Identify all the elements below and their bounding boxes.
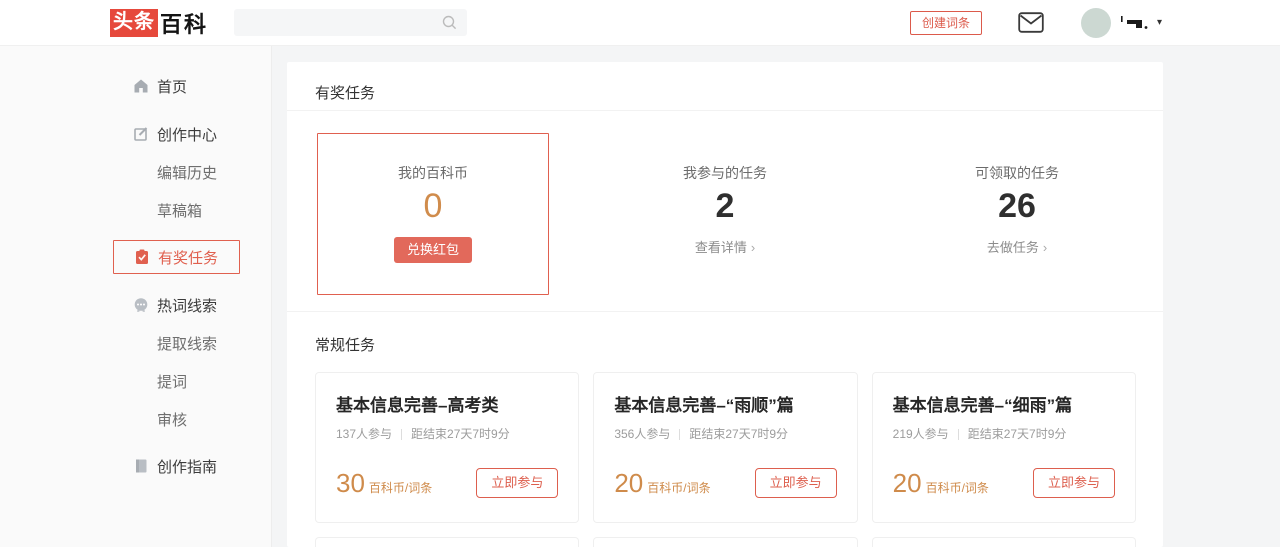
join-now-button[interactable]: 立即参与 — [1032, 468, 1115, 498]
main-panel: 有奖任务 我的百科币 0 兑换红包 我参与的任务 2 查看详情 › 可领取的任务 … — [287, 62, 1163, 547]
reward-amount: 30 百科币/词条 — [336, 469, 432, 497]
clipboard-check-icon — [134, 249, 150, 265]
guide-book-icon — [133, 458, 149, 474]
stat-joined-tasks: 我参与的任务 2 查看详情 › — [579, 111, 871, 311]
task-cards-row: 基本信息完善–高考类 137人参与 距结束27天7时9分 30 百科币/词条 立… — [315, 372, 1136, 523]
reward-amount: 20 百科币/词条 — [614, 469, 710, 497]
sidebar-item-home[interactable]: 首页 — [113, 69, 271, 103]
sidebar-item-label: 编辑历史 — [157, 164, 218, 182]
sidebar-item-label: 首页 — [157, 78, 188, 96]
task-card — [315, 537, 580, 547]
site-logo[interactable]: 头条 百科 — [110, 7, 208, 39]
logo-text: 百科 — [160, 11, 209, 37]
view-details-link[interactable]: 查看详情 › — [695, 239, 755, 257]
search-icon[interactable] — [442, 15, 457, 35]
sidebar-item-creation-center[interactable]: 创作中心 — [113, 117, 271, 151]
sidebar-item-label: 提取线索 — [157, 335, 218, 353]
go-do-tasks-link[interactable]: 去做任务 › — [987, 239, 1047, 257]
coin-count: 0 — [423, 187, 443, 225]
sidebar-item-drafts[interactable]: 草稿箱 — [113, 193, 271, 227]
sidebar-item-label: 提词 — [157, 373, 188, 391]
task-card-meta: 356人参与 距结束27天7时9分 — [614, 426, 836, 442]
messages-icon[interactable] — [1018, 12, 1044, 33]
sidebar-item-label: 有奖任务 — [158, 249, 219, 267]
reward-amount: 20 百科币/词条 — [893, 469, 989, 497]
join-now-button[interactable]: 立即参与 — [754, 468, 837, 498]
participants-count: 356人参与 — [614, 427, 671, 441]
reward-unit: 百科币/词条 — [647, 481, 711, 495]
sidebar-item-hot-words[interactable]: 热词线索 — [113, 288, 271, 322]
chevron-right-icon: › — [750, 240, 756, 255]
stat-available-tasks: 可领取的任务 26 去做任务 › — [871, 111, 1163, 311]
reward-value: 20 — [892, 468, 922, 498]
stat-my-coins: 我的百科币 0 兑换红包 — [287, 111, 579, 311]
participants-count: 219人参与 — [892, 427, 949, 441]
rewards-section-title: 有奖任务 — [287, 62, 1163, 111]
available-task-count: 26 — [998, 187, 1036, 225]
reward-unit: 百科币/词条 — [368, 481, 433, 495]
task-card: 基本信息完善–“雨顺”篇 356人参与 距结束27天7时9分 20 百科币/词条… — [593, 372, 858, 523]
sidebar-item-label: 草稿箱 — [157, 202, 203, 220]
sidebar-item-extract-clues[interactable]: 提取线索 — [113, 326, 271, 360]
meta-divider — [401, 428, 403, 440]
reward-value: 30 — [336, 468, 365, 498]
edit-doc-icon — [133, 126, 149, 142]
logo-red-block: 头条 — [110, 8, 158, 37]
top-header: 头条 百科 创建词条 ▾ — [0, 0, 1280, 46]
sidebar-item-label: 热词线索 — [157, 297, 218, 315]
reward-value: 20 — [614, 468, 644, 498]
task-card: 基本信息完善–“细雨”篇 219人参与 距结束27天7时9分 20 百科币/词条… — [871, 372, 1136, 523]
task-card-title: 基本信息完善–高考类 — [336, 396, 499, 415]
sidebar-item-review[interactable]: 审核 — [113, 402, 271, 436]
home-icon — [133, 78, 149, 94]
task-card-meta: 137人参与 距结束27天7时9分 — [336, 426, 558, 442]
sidebar-item-creation-guide[interactable]: 创作指南 — [113, 449, 271, 483]
sidebar-item-prompt-words[interactable]: 提词 — [113, 364, 271, 398]
reward-unit: 百科币/词条 — [925, 481, 989, 495]
search-box[interactable] — [234, 9, 468, 36]
sidebar-item-label: 创作指南 — [157, 458, 218, 476]
task-card — [593, 537, 858, 547]
stats-row: 我的百科币 0 兑换红包 我参与的任务 2 查看详情 › 可领取的任务 26 去做… — [287, 111, 1163, 312]
stat-label: 可领取的任务 — [975, 165, 1059, 181]
sidebar-item-reward-tasks[interactable]: 有奖任务 — [113, 240, 240, 274]
username-glyph[interactable] — [1120, 15, 1150, 31]
task-card-title: 基本信息完善–“细雨”篇 — [892, 396, 1073, 415]
stat-label: 我的百科币 — [398, 165, 468, 181]
user-avatar[interactable] — [1080, 7, 1111, 38]
search-input[interactable] — [234, 15, 435, 30]
create-entry-button[interactable]: 创建词条 — [909, 10, 982, 35]
coin-box: 我的百科币 0 兑换红包 — [317, 133, 549, 295]
deadline-countdown: 距结束27天7时9分 — [411, 427, 510, 441]
participants-count: 137人参与 — [336, 427, 393, 441]
deadline-countdown: 距结束27天7时9分 — [689, 427, 789, 441]
meta-divider — [957, 428, 959, 440]
sidebar: 首页 创作中心 编辑历史 草稿箱 有奖任务 热词线索 提取线索 提词 审核 创作… — [0, 46, 272, 547]
join-now-button[interactable]: 立即参与 — [476, 468, 559, 498]
task-card: 基本信息完善–高考类 137人参与 距结束27天7时9分 30 百科币/词条 立… — [315, 372, 580, 523]
hot-words-icon — [133, 297, 149, 313]
sidebar-item-label: 审核 — [157, 411, 188, 429]
regular-tasks-title: 常规任务 — [315, 337, 376, 354]
deadline-countdown: 距结束27天7时9分 — [967, 427, 1067, 441]
next-task-cards-row — [315, 537, 1136, 547]
task-card-meta: 219人参与 距结束27天7时9分 — [893, 426, 1115, 442]
sidebar-item-label: 创作中心 — [157, 126, 218, 144]
task-card-title: 基本信息完善–“雨顺”篇 — [614, 396, 794, 415]
sidebar-item-edit-history[interactable]: 编辑历史 — [113, 155, 271, 189]
joined-task-count: 2 — [715, 187, 735, 225]
stat-label: 我参与的任务 — [683, 165, 767, 181]
chevron-right-icon: › — [1042, 240, 1048, 255]
user-dropdown-caret[interactable]: ▾ — [1157, 17, 1162, 28]
meta-divider — [679, 428, 681, 440]
redeem-red-packet-button[interactable]: 兑换红包 — [393, 237, 472, 263]
task-card — [871, 537, 1136, 547]
